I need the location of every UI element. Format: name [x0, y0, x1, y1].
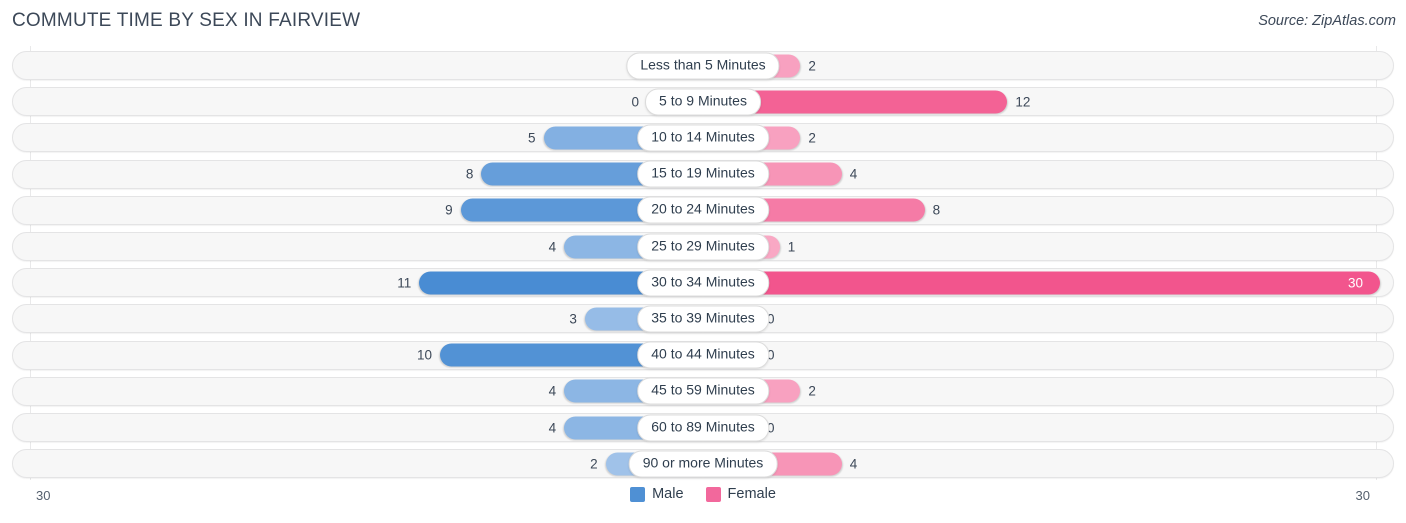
bar-layer: 02Less than 5 Minutes: [13, 52, 1393, 79]
commute-time-by-sex-chart: COMMUTE TIME BY SEX IN FAIRVIEW Source: …: [0, 0, 1406, 523]
bar-layer: 11 30 30 to 34 Minutes: [13, 269, 1393, 297]
value-label-male: 9: [445, 202, 453, 218]
value-label-female: 30: [1348, 274, 1364, 290]
value-label-male: 2: [590, 455, 598, 471]
bar-female[interactable]: [703, 271, 1380, 295]
category-label: 90 or more Minutes: [628, 450, 778, 478]
table-row[interactable]: 02Less than 5 Minutes: [12, 51, 1394, 80]
value-label-female: 2: [808, 130, 816, 146]
value-label-male: 4: [548, 419, 557, 435]
legend: Male Female: [0, 486, 1406, 502]
table-row[interactable]: 2 4 90 or more Minutes: [12, 449, 1394, 479]
plot-area: 0 2 Less than 5 Minutes 0 12 5 to 9 Minutes 5 2…: [0, 46, 1406, 480]
bar-layer: 2 4 90 or more Minutes: [13, 450, 1393, 478]
value-label-female: 8: [932, 202, 941, 218]
legend-swatch-male-icon: [630, 486, 646, 502]
table-row[interactable]: 5 2 10 to 14 Minutes: [12, 123, 1394, 153]
legend-item-male[interactable]: Male: [630, 486, 684, 502]
chart-header: COMMUTE TIME BY SEX IN FAIRVIEW Source: …: [0, 0, 1406, 46]
page-title: COMMUTE TIME BY SEX IN FAIRVIEW: [12, 10, 361, 31]
category-label: 5 to 9 Minutes: [645, 88, 761, 116]
category-label: 40 to 44 Minutes: [637, 341, 769, 369]
legend-label-female: Female: [727, 486, 776, 502]
bar-layer: 4 0 60 to 89 Minutes: [13, 414, 1393, 441]
table-row[interactable]: 0 12 5 to 9 Minutes: [12, 87, 1394, 117]
value-label-male: 0: [631, 93, 639, 109]
table-row[interactable]: 3 0 35 to 39 Minutes: [12, 304, 1394, 334]
table-row[interactable]: 4 0 60 to 89 Minutes: [12, 413, 1394, 442]
source-attribution: Source: ZipAtlas.com: [1258, 13, 1396, 29]
legend-item-female[interactable]: Female: [705, 486, 776, 502]
category-label: 60 to 89 Minutes: [637, 414, 769, 441]
bar-rows: 0 2 Less than 5 Minutes 0 12 5 to 9 Minutes 5 2…: [0, 46, 1406, 480]
category-label: 45 to 59 Minutes: [637, 377, 769, 405]
category-label: 15 to 19 Minutes: [637, 160, 769, 188]
bar-layer: 9 8 20 to 24 Minutes: [13, 196, 1393, 224]
value-label-female: 2: [808, 57, 816, 73]
category-label: 10 to 14 Minutes: [637, 124, 769, 152]
value-label-female: 12: [1015, 93, 1031, 109]
table-row[interactable]: 4 2 45 to 59 Minutes: [12, 376, 1394, 406]
table-row[interactable]: 11 30 30 to 34 Minutes: [12, 268, 1394, 298]
bar-layer: 3 0 35 to 39 Minutes: [13, 305, 1393, 333]
value-label-male: 4: [548, 238, 557, 254]
value-label-male: 3: [569, 311, 577, 327]
bar-layer: 10 0 40 to 44 Minutes: [13, 341, 1393, 369]
table-row[interactable]: 8 4 15 to 19 Minutes: [12, 159, 1394, 189]
value-label-male: 11: [397, 274, 412, 290]
value-label-male: 4: [548, 383, 557, 399]
value-label-male: 8: [465, 166, 474, 182]
value-label-female: 2: [808, 383, 816, 399]
bar-layer: 5 2 10 to 14 Minutes: [13, 124, 1393, 152]
bar-layer: 4 2 45 to 59 Minutes: [13, 377, 1393, 405]
chart-footer: 30 30 Male Female: [0, 480, 1406, 523]
value-label-female: 1: [787, 238, 796, 254]
value-label-female: 4: [849, 166, 858, 182]
category-label: 20 to 24 Minutes: [637, 196, 769, 224]
bar-layer: 0 12 5 to 9 Minutes: [13, 88, 1393, 116]
category-label: 30 to 34 Minutes: [637, 269, 769, 297]
value-label-male: 5: [527, 130, 536, 146]
value-label-female: 4: [849, 455, 858, 471]
category-label: Less than 5 Minutes: [626, 52, 780, 79]
category-label: 25 to 29 Minutes: [637, 233, 769, 260]
value-label-male: 10: [416, 347, 432, 363]
table-row[interactable]: 4 1 25 to 29 Minutes: [12, 232, 1394, 261]
bar-layer: 8 4 15 to 19 Minutes: [13, 160, 1393, 188]
bar-layer: 4 1 25 to 29 Minutes: [13, 233, 1393, 260]
legend-swatch-female-icon: [705, 486, 721, 502]
category-label: 35 to 39 Minutes: [637, 305, 769, 333]
table-row[interactable]: 9 8 20 to 24 Minutes: [12, 195, 1394, 225]
table-row[interactable]: 10 0 40 to 44 Minutes: [12, 340, 1394, 370]
legend-label-male: Male: [652, 486, 684, 502]
